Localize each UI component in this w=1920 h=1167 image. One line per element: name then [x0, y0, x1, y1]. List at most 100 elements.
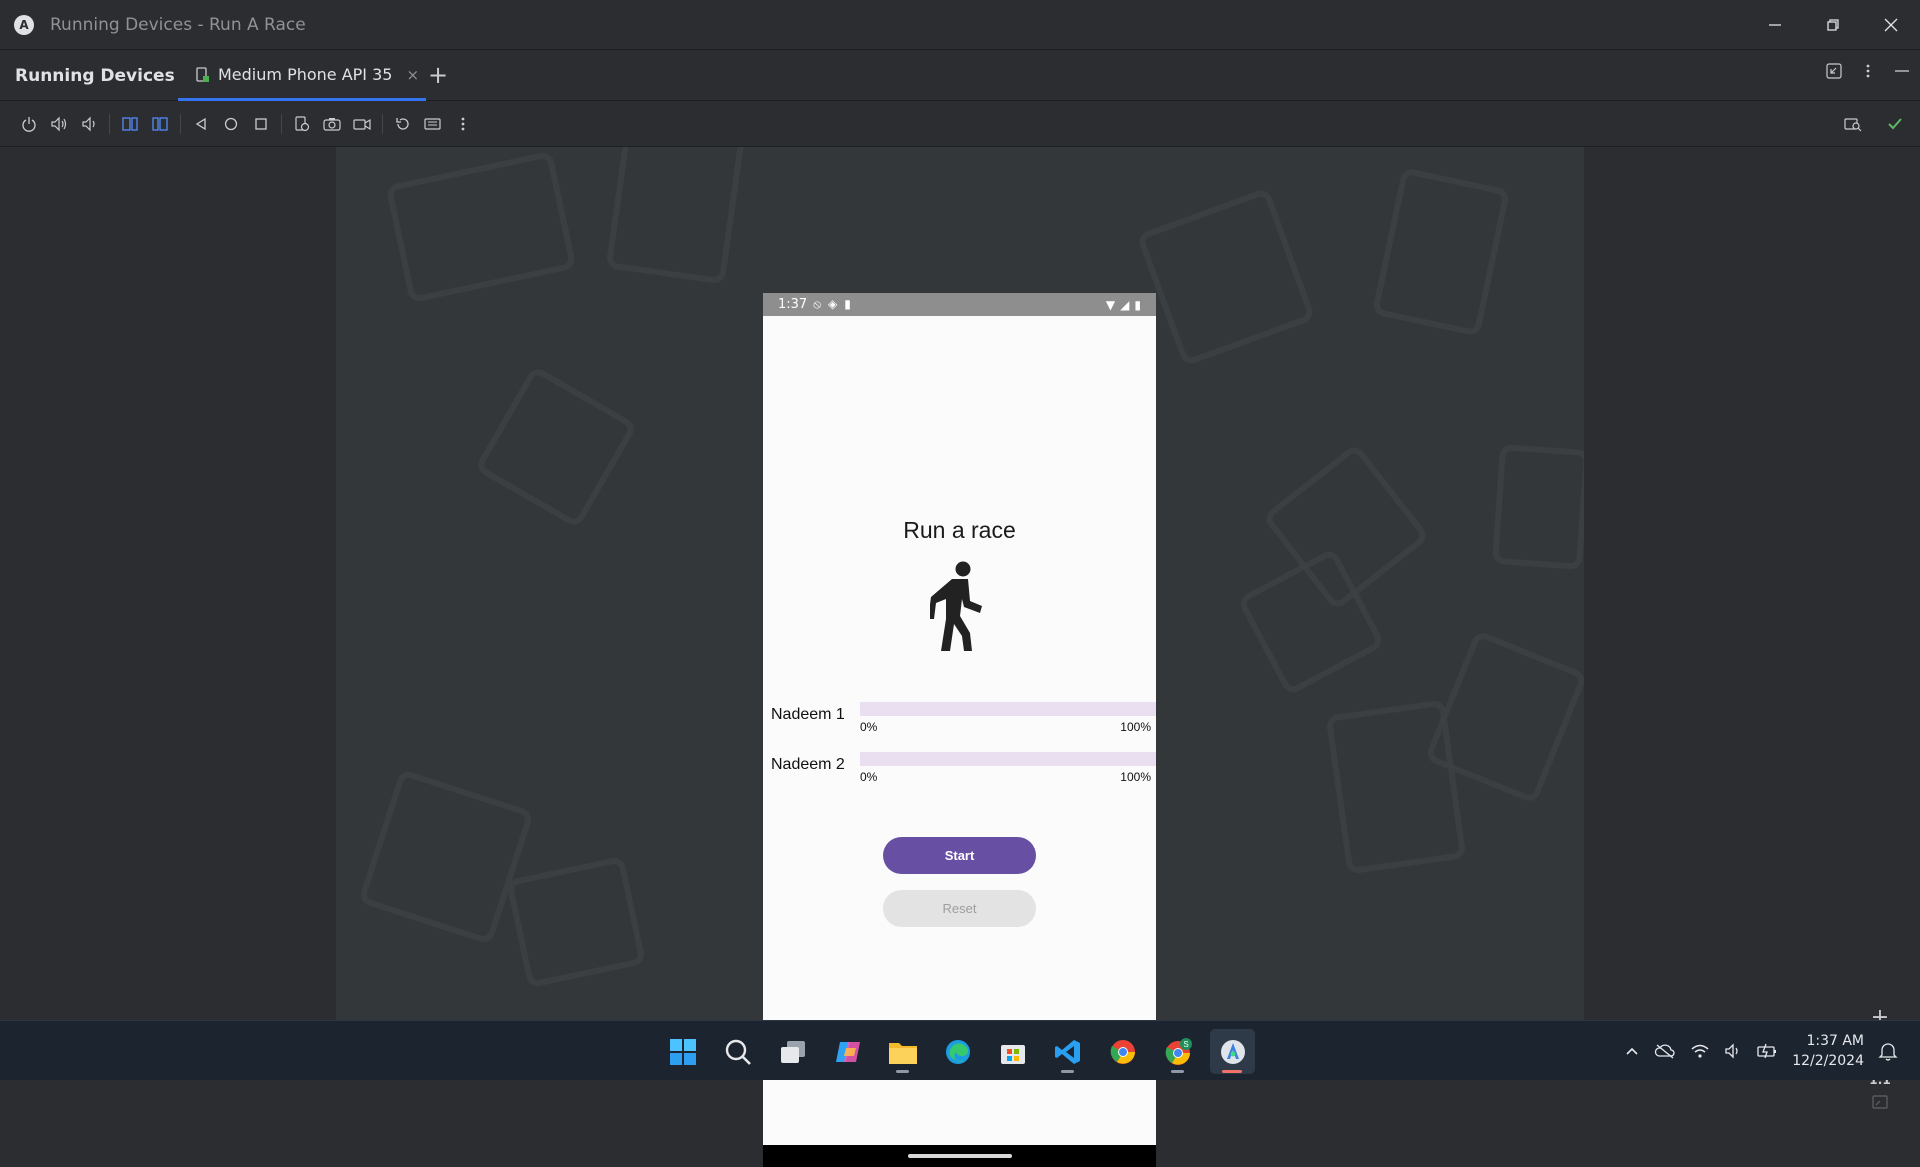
add-tab-button[interactable]: +	[428, 63, 448, 87]
task-view-button[interactable]	[770, 1029, 815, 1074]
android-studio-icon	[1220, 1039, 1245, 1064]
vscode-app[interactable]	[1045, 1029, 1090, 1074]
tab-label: Medium Phone API 35	[218, 65, 393, 84]
clock-time: 1:37 AM	[1806, 1033, 1864, 1049]
more-options-icon[interactable]	[448, 109, 478, 139]
android-studio-app[interactable]	[1210, 1029, 1255, 1074]
reset-icon[interactable]	[388, 109, 418, 139]
dnd-icon: ⦸	[813, 297, 822, 311]
device-toolbar	[0, 101, 1920, 147]
tab-close-icon[interactable]: ×	[406, 66, 419, 84]
volume-down-icon[interactable]	[74, 109, 104, 139]
folder-icon	[888, 1042, 917, 1064]
onedrive-offline-icon[interactable]	[1654, 1043, 1676, 1059]
start-menu-button[interactable]	[660, 1029, 705, 1074]
start-button[interactable]: Start	[883, 837, 1036, 874]
status-icons-right: ▼ ◢ ▮	[1106, 298, 1141, 312]
device-display-area: 1:37 ⦸ ◈ ▮ ▼ ◢ ▮ Run a race Nadeem 1 0% …	[0, 147, 1920, 1167]
screenshot-icon[interactable]	[317, 109, 347, 139]
home-gesture-handle[interactable]	[908, 1154, 1012, 1158]
power-icon[interactable]	[14, 109, 44, 139]
device-icon	[196, 66, 209, 82]
tab-medium-phone[interactable]: Medium Phone API 35 ×	[178, 51, 426, 101]
copilot-app[interactable]	[825, 1029, 870, 1074]
search-button[interactable]	[715, 1029, 760, 1074]
toolbar-separator	[109, 113, 110, 134]
fit-screen-icon[interactable]	[1872, 1095, 1888, 1109]
edge-icon	[945, 1039, 970, 1064]
reset-button[interactable]: Reset	[883, 890, 1036, 927]
progress-max-label: 100%	[1120, 720, 1151, 734]
app-title: Run a race	[903, 517, 1016, 543]
device-manager-icon[interactable]	[287, 109, 317, 139]
rotate-left-icon[interactable]	[115, 109, 145, 139]
clock-date: 12/2/2024	[1792, 1053, 1864, 1069]
vscode-icon	[1054, 1039, 1080, 1064]
sd-card-icon: ▮	[844, 297, 851, 311]
wifi-icon[interactable]	[1690, 1043, 1710, 1059]
chrome-icon	[1110, 1039, 1135, 1064]
checkmark-icon	[1880, 109, 1910, 139]
status-bar: 1:37 ⦸ ◈ ▮ ▼ ◢ ▮	[763, 293, 1156, 316]
keyboard-icon[interactable]	[418, 109, 448, 139]
panel-title: Running Devices	[15, 65, 175, 86]
volume-up-icon[interactable]	[44, 109, 74, 139]
chrome-profile-app[interactable]: S	[1155, 1029, 1200, 1074]
android-studio-logo-icon: A	[14, 14, 34, 35]
chrome-app[interactable]	[1100, 1029, 1145, 1074]
minimize-button[interactable]	[1746, 0, 1804, 50]
window-title: Running Devices - Run A Race	[50, 14, 306, 35]
restore-layout-icon[interactable]	[1826, 63, 1842, 79]
overview-icon[interactable]	[246, 109, 276, 139]
volume-icon[interactable]	[1724, 1043, 1742, 1059]
cellular-icon: ◢	[1120, 297, 1130, 312]
restore-button[interactable]	[1804, 0, 1862, 50]
more-vertical-icon[interactable]	[1860, 63, 1876, 79]
progress-max-label: 100%	[1120, 770, 1151, 784]
tabbar-actions	[1826, 63, 1910, 79]
taskbar-apps: S	[660, 1029, 1255, 1074]
progress-track	[860, 752, 1156, 766]
minimize-icon	[1769, 24, 1781, 26]
window-controls	[1746, 0, 1920, 50]
running-indicator	[896, 1070, 909, 1073]
chevron-up-icon[interactable]	[1624, 1043, 1640, 1059]
device-explorer-icon[interactable]	[1838, 109, 1868, 139]
toolbar-separator	[382, 113, 383, 134]
task-view-icon	[780, 1040, 805, 1063]
close-window-button[interactable]	[1862, 0, 1920, 50]
microsoft-store-app[interactable]	[990, 1029, 1035, 1074]
search-icon	[725, 1039, 751, 1065]
restore-icon	[1827, 19, 1839, 31]
chrome-profile-icon: S	[1165, 1037, 1192, 1065]
wifi-icon: ▼	[1105, 297, 1116, 312]
clock[interactable]: 1:37 AM 12/2/2024	[1792, 1031, 1864, 1071]
store-icon	[1000, 1044, 1025, 1064]
edge-app[interactable]	[935, 1029, 980, 1074]
home-icon[interactable]	[216, 109, 246, 139]
rotate-right-icon[interactable]	[145, 109, 175, 139]
title-bar: A Running Devices - Run A Race	[0, 0, 1920, 50]
shield-icon: ◈	[828, 297, 838, 311]
notifications-icon[interactable]	[1878, 1041, 1898, 1061]
racer-row: Nadeem 2 0% 100%	[771, 752, 1156, 792]
racer-row: Nadeem 1 0% 100%	[771, 702, 1156, 742]
back-icon[interactable]	[186, 109, 216, 139]
windows-logo-icon	[669, 1038, 696, 1065]
toolbar-separator	[281, 113, 282, 134]
copilot-icon	[835, 1041, 860, 1062]
battery-charging-icon[interactable]	[1756, 1043, 1778, 1059]
screen-record-icon[interactable]	[347, 109, 377, 139]
profile-badge: S	[1183, 1040, 1188, 1049]
toolbar-right	[1838, 109, 1910, 139]
progress-min-label: 0%	[860, 770, 878, 784]
system-tray: 1:37 AM 12/2/2024	[1624, 1021, 1920, 1081]
hide-panel-icon[interactable]	[1894, 63, 1910, 79]
toolbar-separator	[180, 113, 181, 134]
close-icon	[1884, 18, 1898, 32]
file-explorer-app[interactable]	[880, 1029, 925, 1074]
status-time: 1:37	[778, 297, 808, 312]
running-indicator	[1061, 1070, 1074, 1073]
gesture-nav-bar	[763, 1145, 1156, 1167]
windows-taskbar: S 1:37 AM 12/2/2024	[0, 1020, 1920, 1080]
